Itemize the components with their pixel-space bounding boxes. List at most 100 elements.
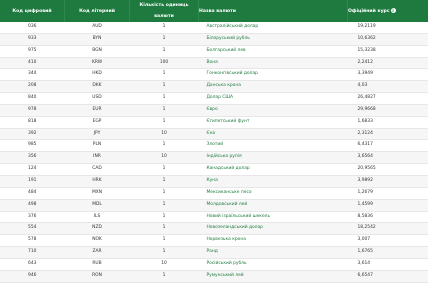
cell-currency-name[interactable]: Канадський долар [199, 164, 348, 176]
cell-currency-name[interactable]: Долар США [199, 93, 348, 105]
cell-official-rate: 1,4599 [348, 199, 428, 211]
cell-official-rate: 6,4317 [348, 140, 428, 152]
cell-units: 100 [130, 57, 199, 69]
cell-official-rate: 3,614 [348, 258, 428, 270]
cell-units: 1 [130, 247, 199, 259]
cell-letter-code: BGN [65, 45, 130, 57]
cell-units: 10 [130, 258, 199, 270]
cell-currency-name[interactable]: Єна [199, 128, 348, 140]
cell-currency-name[interactable]: Данська крона [199, 81, 348, 93]
cell-digital-code: 376 [0, 211, 65, 223]
cell-official-rate: 1,2679 [348, 187, 428, 199]
cell-digital-code: 933 [0, 33, 65, 45]
cell-letter-code: EGP [65, 116, 130, 128]
cell-official-rate: 20,9565 [348, 164, 428, 176]
cell-units: 1 [130, 164, 199, 176]
cell-units: 1 [130, 235, 199, 247]
cell-currency-name[interactable]: Новозеландський долар [199, 223, 348, 235]
cell-digital-code: 975 [0, 45, 65, 57]
table-row: 643RUB10Російський рубль3,614 [0, 258, 428, 270]
cell-letter-code: ZAR [65, 247, 130, 259]
cell-digital-code: 344 [0, 69, 65, 81]
cell-official-rate: 2,3124 [348, 128, 428, 140]
cell-currency-name[interactable]: Вона [199, 57, 348, 69]
table-row: 578NOK1Норвезька крона3,007 [0, 235, 428, 247]
table-row: 978EUR1Євро29,9668 [0, 104, 428, 116]
cell-currency-name[interactable]: Гонконгівський долар [199, 69, 348, 81]
currency-rates-table: Код цифровий Код літерний Кількість один… [0, 0, 428, 283]
header-row: Код цифровий Код літерний Кількість один… [0, 0, 428, 22]
cell-units: 1 [130, 116, 199, 128]
cell-currency-name[interactable]: Білоруський рубль [199, 33, 348, 45]
header-official-rate[interactable]: Офіційний курсi [348, 0, 428, 22]
cell-units: 1 [130, 199, 199, 211]
table-row: 191HRK1Куна3,9892 [0, 175, 428, 187]
cell-official-rate: 26,4827 [348, 93, 428, 105]
cell-official-rate: 3,3949 [348, 69, 428, 81]
cell-currency-name[interactable]: Російський рубль [199, 258, 348, 270]
cell-digital-code: 554 [0, 223, 65, 235]
cell-official-rate: 1,6765 [348, 247, 428, 259]
cell-digital-code: 356 [0, 152, 65, 164]
cell-letter-code: JPY [65, 128, 130, 140]
cell-official-rate: 15,3238 [348, 45, 428, 57]
table-row: 344HKD1Гонконгівський долар3,3949 [0, 69, 428, 81]
cell-currency-name[interactable]: Єгипетський фунт [199, 116, 348, 128]
cell-official-rate: 2,2412 [348, 57, 428, 69]
cell-digital-code: 946 [0, 270, 65, 282]
cell-units: 1 [130, 140, 199, 152]
cell-units: 10 [130, 128, 199, 140]
cell-currency-name[interactable]: Злотий [199, 140, 348, 152]
cell-currency-name[interactable]: Новий ізраїльський шекель [199, 211, 348, 223]
cell-letter-code: NOK [65, 235, 130, 247]
cell-digital-code: 840 [0, 93, 65, 105]
header-letter-code[interactable]: Код літерний [65, 0, 130, 22]
cell-digital-code: 191 [0, 175, 65, 187]
cell-digital-code: 978 [0, 104, 65, 116]
cell-letter-code: DKK [65, 81, 130, 93]
cell-digital-code: 410 [0, 57, 65, 69]
header-currency-name-label: Назва валюти [199, 9, 236, 14]
cell-official-rate: 29,9668 [348, 104, 428, 116]
table-row: 376ILS1Новий ізраїльський шекель8,5836 [0, 211, 428, 223]
table-row: 975BGN1Болгарський лев15,3238 [0, 45, 428, 57]
cell-currency-name[interactable]: Болгарський лев [199, 45, 348, 57]
table-row: 946RON1Румунський лей6,6547 [0, 270, 428, 282]
cell-digital-code: 710 [0, 247, 65, 259]
header-units[interactable]: Кількість одиниць валюти [130, 0, 199, 22]
cell-digital-code: 985 [0, 140, 65, 152]
table-row: 356INR10Індійська рупія3,6564 [0, 152, 428, 164]
cell-official-rate: 8,5836 [348, 211, 428, 223]
table-row: 124CAD1Канадський долар20,9565 [0, 164, 428, 176]
cell-units: 1 [130, 33, 199, 45]
cell-digital-code: 498 [0, 199, 65, 211]
cell-letter-code: MXN [65, 187, 130, 199]
header-currency-name[interactable]: Назва валюти [199, 0, 348, 22]
cell-currency-name[interactable]: Індійська рупія [199, 152, 348, 164]
cell-currency-name[interactable]: Австралійський долар [199, 22, 348, 33]
table-row: 484MXN1Мексиканське песо1,2679 [0, 187, 428, 199]
cell-currency-name[interactable]: Румунський лей [199, 270, 348, 282]
cell-digital-code: 578 [0, 235, 65, 247]
table-row: 985PLN1Злотий6,4317 [0, 140, 428, 152]
cell-currency-name[interactable]: Ранд [199, 247, 348, 259]
cell-currency-name[interactable]: Молдовський лей [199, 199, 348, 211]
cell-letter-code: ILS [65, 211, 130, 223]
cell-letter-code: USD [65, 93, 130, 105]
cell-letter-code: BYN [65, 33, 130, 45]
cell-units: 1 [130, 104, 199, 116]
info-icon[interactable]: i [391, 8, 396, 13]
header-digital-code[interactable]: Код цифровий [0, 0, 65, 22]
cell-currency-name[interactable]: Норвезька крона [199, 235, 348, 247]
cell-letter-code: HRK [65, 175, 130, 187]
cell-currency-name[interactable]: Євро [199, 104, 348, 116]
cell-digital-code: 818 [0, 116, 65, 128]
cell-currency-name[interactable]: Куна [199, 175, 348, 187]
cell-units: 1 [130, 93, 199, 105]
cell-currency-name[interactable]: Мексиканське песо [199, 187, 348, 199]
cell-letter-code: NZD [65, 223, 130, 235]
cell-digital-code: 643 [0, 258, 65, 270]
cell-letter-code: MDL [65, 199, 130, 211]
cell-digital-code: 484 [0, 187, 65, 199]
table-header: Код цифровий Код літерний Кількість один… [0, 0, 428, 22]
